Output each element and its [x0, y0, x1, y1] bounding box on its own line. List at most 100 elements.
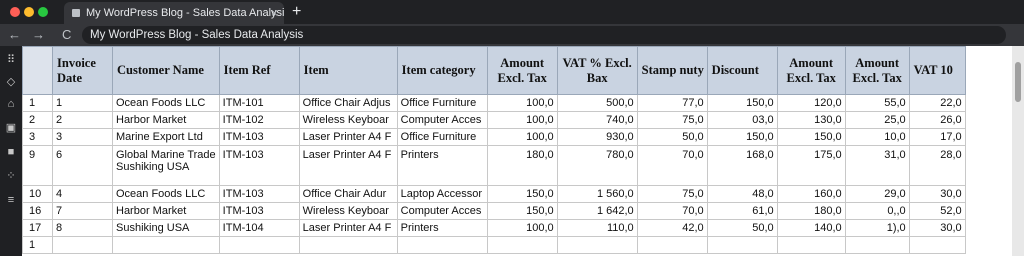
column-header[interactable]: Amount Excl. Tax	[486, 46, 558, 95]
table-cell[interactable]: ITM-103	[218, 202, 300, 220]
row-header[interactable]: 3	[22, 128, 53, 146]
table-cell[interactable]: 1 560,0	[556, 185, 638, 203]
table-cell[interactable]: Laser Printer A4 F	[298, 219, 398, 237]
column-header[interactable]: Item Ref	[218, 46, 300, 95]
table-cell[interactable]: 55,0	[844, 94, 910, 112]
table-cell[interactable]	[776, 236, 846, 254]
table-cell[interactable]: 100,0	[486, 111, 558, 129]
table-cell[interactable]	[52, 236, 113, 254]
table-row[interactable]: 2 2 Harbor Market ITM-102 Wireless Keyboar Co…	[22, 111, 966, 129]
table-cell[interactable]: 110,0	[556, 219, 638, 237]
table-cell[interactable]: 70,0	[636, 145, 708, 186]
table-cell[interactable]: 180,0	[776, 202, 846, 220]
table-cell[interactable]: 500,0	[556, 94, 638, 112]
scrollbar-thumb[interactable]	[1015, 62, 1021, 102]
table-cell[interactable]: Office Furniture	[396, 94, 488, 112]
table-row[interactable]: 16 7 Harbor Market ITM-103 Wireless Keyboar C…	[22, 202, 966, 220]
table-cell[interactable]: Harbor Market	[112, 111, 220, 129]
grid-icon[interactable]: ⠿	[5, 54, 17, 66]
table-cell[interactable]: Office Chair Adur	[298, 185, 398, 203]
table-cell[interactable]: 780,0	[556, 145, 638, 186]
table-cell[interactable]: 30,0	[908, 219, 966, 237]
table-cell[interactable]: 7	[52, 202, 113, 220]
column-header[interactable]: Discount	[706, 46, 778, 95]
table-cell[interactable]: 150,0	[706, 94, 778, 112]
table-cell[interactable]: 740,0	[556, 111, 638, 129]
table-cell[interactable]: 50,0	[636, 128, 708, 146]
table-cell[interactable]: 52,0	[908, 202, 966, 220]
table-cell[interactable]: 1),0	[844, 219, 910, 237]
shield-icon[interactable]: ◇	[5, 76, 17, 88]
table-row[interactable]: 1	[22, 236, 966, 254]
lock-icon[interactable]: ■	[5, 146, 17, 158]
table-cell[interactable]: Ocean Foods LLC	[112, 94, 220, 112]
table-cell[interactable]: 25,0	[844, 111, 910, 129]
table-cell[interactable]: 75,0	[636, 185, 708, 203]
table-cell[interactable]	[298, 236, 398, 254]
corner-cell[interactable]	[22, 46, 53, 95]
table-cell[interactable]: 150,0	[486, 185, 558, 203]
table-cell[interactable]: 75,0	[636, 111, 708, 129]
column-header[interactable]: Invoice Date	[52, 46, 113, 95]
table-cell[interactable]: 160,0	[776, 185, 846, 203]
home-icon[interactable]: ⌂	[5, 98, 17, 110]
table-cell[interactable]: ITM-103	[218, 185, 300, 203]
table-row[interactable]: 1 1 Ocean Foods LLC ITM-101 Office Chair Adj…	[22, 94, 966, 112]
table-cell[interactable]: 140,0	[776, 219, 846, 237]
table-cell[interactable]: 17,0	[908, 128, 966, 146]
table-row[interactable]: 10 4 Ocean Foods LLC ITM-103 Office Chair Ad…	[22, 185, 966, 203]
reload-icon[interactable]: C	[62, 26, 71, 44]
table-cell[interactable]: 130,0	[776, 111, 846, 129]
table-cell[interactable]: Harbor Market	[112, 202, 220, 220]
table-cell[interactable]: 26,0	[908, 111, 966, 129]
row-header[interactable]: 1	[22, 94, 53, 112]
table-cell[interactable]: 10,0	[844, 128, 910, 146]
table-cell[interactable]: Marine Export Ltd	[112, 128, 220, 146]
forward-icon[interactable]: →	[32, 26, 45, 44]
table-cell[interactable]: 29,0	[844, 185, 910, 203]
row-header[interactable]: 16	[22, 202, 53, 220]
table-cell[interactable]: 100,0	[486, 219, 558, 237]
table-cell[interactable]	[636, 236, 708, 254]
apps-icon[interactable]: ⁘	[5, 170, 17, 182]
row-header[interactable]: 9	[22, 145, 53, 186]
table-cell[interactable]: ITM-102	[218, 111, 300, 129]
column-header[interactable]: Item category	[396, 46, 488, 95]
table-cell[interactable]: ITM-103	[218, 145, 300, 186]
column-header[interactable]: Amount Excl. Tax	[776, 46, 846, 95]
column-header[interactable]: Item	[298, 46, 398, 95]
maximize-window-button[interactable]	[38, 7, 48, 17]
table-cell[interactable]	[396, 236, 488, 254]
table-cell[interactable]: 168,0	[706, 145, 778, 186]
table-cell[interactable]: 22,0	[908, 94, 966, 112]
table-cell[interactable]: Computer Acces	[396, 202, 488, 220]
table-row[interactable]: 9 6 Global Marine Trade Sushiking USA ITM-1…	[22, 145, 966, 186]
table-cell[interactable]: Sushiking USA	[112, 219, 220, 237]
table-cell[interactable]: ITM-104	[218, 219, 300, 237]
table-cell[interactable]	[218, 236, 300, 254]
table-cell[interactable]: 03,0	[706, 111, 778, 129]
table-cell[interactable]: Ocean Foods LLC	[112, 185, 220, 203]
table-cell[interactable]: 1	[52, 94, 113, 112]
table-cell[interactable]: 8	[52, 219, 113, 237]
table-cell[interactable]: Laser Printer A4 F	[298, 145, 398, 186]
table-cell[interactable]: 0,,0	[844, 202, 910, 220]
table-cell[interactable]: 77,0	[636, 94, 708, 112]
menu-icon[interactable]: ≡	[5, 194, 17, 206]
table-cell[interactable]: 175,0	[776, 145, 846, 186]
table-cell[interactable]: 2	[52, 111, 113, 129]
column-header[interactable]: VAT % Excl. Bax	[556, 46, 638, 95]
table-cell[interactable]: Wireless Keyboar	[298, 202, 398, 220]
table-cell[interactable]: 3	[52, 128, 113, 146]
close-tab-icon[interactable]: ×	[271, 2, 278, 24]
table-cell[interactable]	[112, 236, 220, 254]
table-cell[interactable]: 150,0	[776, 128, 846, 146]
table-cell[interactable]: 120,0	[776, 94, 846, 112]
table-cell[interactable]: Printers	[396, 145, 488, 186]
table-cell[interactable]: Printers	[396, 219, 488, 237]
table-cell[interactable]: 61,0	[706, 202, 778, 220]
table-cell[interactable]: 70,0	[636, 202, 708, 220]
table-cell[interactable]	[706, 236, 778, 254]
table-cell[interactable]	[556, 236, 638, 254]
table-cell[interactable]: Office Furniture	[396, 128, 488, 146]
